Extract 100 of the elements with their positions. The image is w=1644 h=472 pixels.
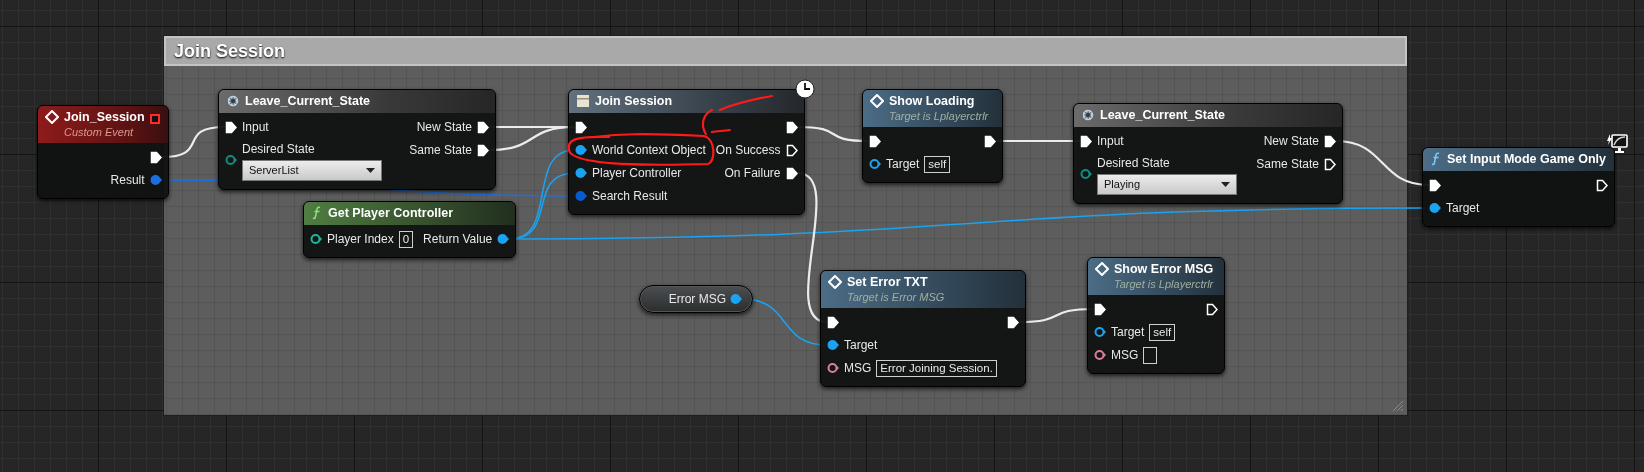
pin-label: Desired State <box>1097 155 1171 172</box>
exec-pin-icon[interactable] <box>869 134 881 148</box>
exec-pin-icon[interactable] <box>1596 178 1609 192</box>
comment-title: Join Session <box>174 39 286 63</box>
data-pin-icon[interactable] <box>497 233 510 245</box>
data-pin-icon[interactable] <box>1094 349 1106 361</box>
pin-label: New State <box>416 119 472 136</box>
square-icon <box>149 114 160 124</box>
value-field[interactable]: 0 <box>398 230 414 248</box>
pin-label: Result <box>110 172 145 189</box>
function-icon <box>311 206 323 220</box>
pin-label: Input <box>1097 133 1124 150</box>
graph-node[interactable]: Join Session World Context Object Player Controller Search Result On Success On Failure <box>568 89 805 215</box>
pin-label: Target <box>1446 200 1480 217</box>
pin-label: MSG <box>844 360 872 377</box>
exec-pin-icon[interactable] <box>1324 134 1336 148</box>
data-pin-icon[interactable] <box>225 154 237 167</box>
graph-node[interactable]: Set Error TXT Target is Error MSG Target MSG Error Joining Session. <box>820 270 1026 387</box>
dropdown[interactable]: ServerList <box>242 160 382 181</box>
pin-label: Desired State <box>242 141 316 158</box>
data-pin-icon[interactable] <box>575 167 587 179</box>
exec-pin-icon[interactable] <box>1324 157 1336 171</box>
exec-pin-icon[interactable] <box>785 120 798 134</box>
node-title: Set Error TXT <box>847 274 929 290</box>
graph-node[interactable]: Join_Session Custom Event Result <box>37 105 169 199</box>
node-subtitle: Target is Error MSG <box>847 290 945 304</box>
pin-label: On Success <box>715 142 781 159</box>
value-field[interactable]: Error Joining Session. <box>876 359 997 377</box>
data-pin-icon[interactable] <box>1429 202 1441 214</box>
diamond-icon <box>870 94 884 108</box>
graph-node[interactable]: Set Input Mode Game Only Target <box>1422 147 1616 227</box>
pin-label: MSG <box>1111 347 1139 364</box>
data-pin-icon[interactable] <box>575 190 587 202</box>
exec-pin-icon[interactable] <box>827 315 839 329</box>
node-title: Show Error MSG <box>1114 261 1214 277</box>
data-pin-icon[interactable] <box>730 293 742 305</box>
pin-label: Same State <box>409 142 472 159</box>
data-pin-icon[interactable] <box>827 362 839 374</box>
data-pin-icon[interactable] <box>827 339 839 351</box>
node-title: Leave_Current_State <box>1100 107 1226 123</box>
dropdown[interactable]: Playing <box>1097 174 1237 195</box>
graph-node[interactable]: Show Error MSG Target is Lplayerctrlr Target self MSG <box>1087 257 1225 374</box>
data-pin-icon[interactable] <box>869 158 881 170</box>
exec-pin-icon[interactable] <box>984 134 996 148</box>
gear-icon <box>226 94 240 108</box>
node-title: Get Player Controller <box>328 205 454 221</box>
diamond-icon <box>828 275 842 289</box>
data-pin-icon[interactable] <box>1094 326 1106 338</box>
node-title: Set Input Mode Game Only <box>1447 151 1607 167</box>
node-title: Join_Session <box>64 109 145 125</box>
function-icon <box>1430 152 1442 166</box>
variable-node[interactable]: Error MSG <box>639 285 753 313</box>
exec-pin-icon[interactable] <box>575 120 587 134</box>
pin-label: Error MSG <box>668 291 726 308</box>
pin-label: Target <box>886 156 920 173</box>
exec-pin-icon[interactable] <box>1080 134 1092 148</box>
pin-label: Player Controller <box>592 165 682 182</box>
node-subtitle: Target is Lplayerctrlr <box>889 109 989 123</box>
value-field[interactable]: self <box>1149 323 1176 341</box>
exec-pin-icon[interactable] <box>477 143 489 157</box>
node-subtitle: Target is Lplayerctrlr <box>1114 277 1214 291</box>
pin-label: Target <box>844 337 878 354</box>
exec-pin-icon[interactable] <box>1429 178 1441 192</box>
graph-node[interactable]: Leave_Current_State Input Desired State ServerList New State Same State <box>218 89 496 190</box>
exec-pin-icon[interactable] <box>1206 302 1218 316</box>
clock-icon <box>795 79 815 99</box>
diamond-icon <box>45 110 59 124</box>
graph-node[interactable]: Get Player Controller Player Index 0 Return Value <box>303 201 517 258</box>
graph-node[interactable]: Leave_Current_State Input Desired State Playing New State Same State <box>1073 103 1343 204</box>
graph-node[interactable]: Show Loading Target is Lplayerctrlr Target self <box>862 89 1003 183</box>
caret-icon <box>1221 181 1230 187</box>
value-field[interactable]: self <box>924 155 951 173</box>
value-field[interactable] <box>1143 346 1158 364</box>
pin-label: New State <box>1263 133 1319 150</box>
exec-pin-icon[interactable] <box>477 120 489 134</box>
gear-icon <box>1081 108 1095 122</box>
data-pin-icon[interactable] <box>149 174 162 186</box>
exec-pin-icon[interactable] <box>785 143 798 157</box>
annotation-stroke <box>718 94 773 112</box>
node-subtitle: Custom Event <box>64 125 135 139</box>
pin-label: Return Value <box>423 231 493 248</box>
pin-label: Same State <box>1256 156 1319 173</box>
resize-grip-icon[interactable] <box>1392 400 1404 412</box>
pin-label: Player Index <box>327 231 394 248</box>
diamond-icon <box>1095 262 1109 276</box>
pin-label: Search Result <box>592 188 668 205</box>
node-title: Leave_Current_State <box>245 93 371 109</box>
pin-label: World Context Object <box>592 142 706 159</box>
pin-label: On Failure <box>724 165 781 182</box>
data-pin-icon[interactable] <box>575 144 587 156</box>
data-pin-icon[interactable] <box>1080 168 1092 181</box>
exec-pin-icon[interactable] <box>1006 315 1019 329</box>
node-title: Join Session <box>595 93 673 109</box>
exec-pin-icon[interactable] <box>1094 302 1106 316</box>
data-pin-icon[interactable] <box>310 233 322 245</box>
exec-pin-icon[interactable] <box>225 120 237 134</box>
caret-icon <box>366 167 375 173</box>
exec-pin-icon[interactable] <box>785 166 798 180</box>
box-icon <box>576 94 590 108</box>
pin-label: Input <box>242 119 269 136</box>
